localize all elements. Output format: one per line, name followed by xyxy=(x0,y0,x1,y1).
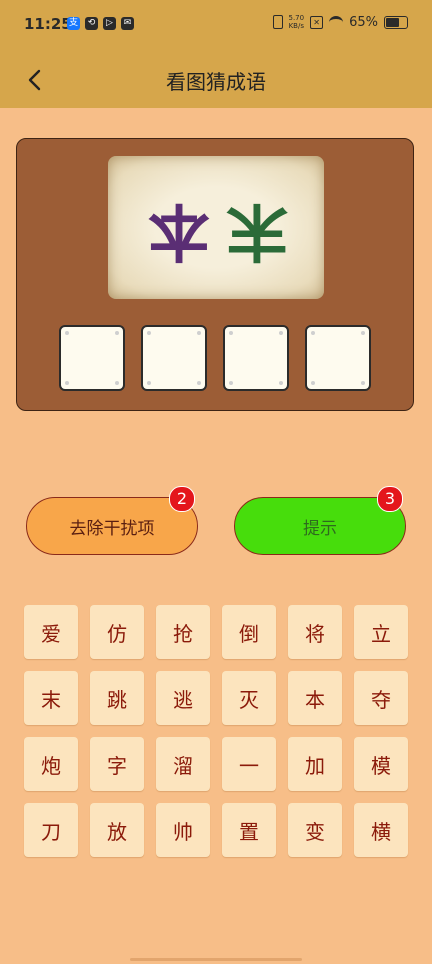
answer-slot-1[interactable] xyxy=(59,325,125,391)
remove-count-badge: 2 xyxy=(169,486,195,512)
slot-corner-dot xyxy=(115,381,119,385)
slot-corner-dot xyxy=(279,331,283,335)
remove-distractors-label: 去除干扰项 xyxy=(69,518,155,539)
status-time: 11:25 xyxy=(24,15,72,33)
puzzle-glyph-right: 末 xyxy=(226,195,289,268)
character-tile[interactable]: 倒 xyxy=(222,605,276,659)
character-tile[interactable]: 立 xyxy=(354,605,408,659)
app-notification-icon: ⟲ xyxy=(85,17,98,30)
character-tile[interactable]: 置 xyxy=(222,803,276,857)
puzzle-board: 本 末 xyxy=(16,138,414,411)
character-tile[interactable]: 将 xyxy=(288,605,342,659)
slot-corner-dot xyxy=(229,331,233,335)
play-icon: ▷ xyxy=(103,17,116,30)
remove-distractors-button[interactable]: 去除干扰项 2 xyxy=(26,486,198,555)
slot-corner-dot xyxy=(229,381,233,385)
network-speed: 5.70 KB/s xyxy=(289,14,305,30)
slot-corner-dot xyxy=(147,381,151,385)
character-tile[interactable]: 仿 xyxy=(90,605,144,659)
character-tile[interactable]: 跳 xyxy=(90,671,144,725)
character-tile[interactable]: 炮 xyxy=(24,737,78,791)
character-tile[interactable]: 放 xyxy=(90,803,144,857)
net-speed-value: 5.70 xyxy=(288,14,305,22)
character-tile[interactable]: 模 xyxy=(354,737,408,791)
slot-corner-dot xyxy=(361,381,365,385)
slot-corner-dot xyxy=(65,331,69,335)
slot-corner-dot xyxy=(279,381,283,385)
slot-corner-dot xyxy=(197,381,201,385)
slot-corner-dot xyxy=(147,331,151,335)
character-tile[interactable]: 爱 xyxy=(24,605,78,659)
hint-count-badge: 3 xyxy=(377,486,403,512)
character-tile[interactable]: 变 xyxy=(288,803,342,857)
character-tile[interactable]: 字 xyxy=(90,737,144,791)
page-title: 看图猜成语 xyxy=(166,70,266,94)
character-tile[interactable]: 抢 xyxy=(156,605,210,659)
battery-percent: 65% xyxy=(349,14,378,30)
slot-corner-dot xyxy=(311,381,315,385)
hint-button[interactable]: 提示 3 xyxy=(234,486,406,555)
vibrate-icon xyxy=(272,15,283,29)
puzzle-glyph-left: 本 xyxy=(148,195,211,268)
character-tile[interactable]: 帅 xyxy=(156,803,210,857)
answer-slot-4[interactable] xyxy=(305,325,371,391)
status-bar: 11:25 支 ⟲ ▷ ✉ 5.70 KB/s ✕ 65% xyxy=(0,0,432,52)
puzzle-image: 本 末 xyxy=(108,156,324,299)
answer-slot-3[interactable] xyxy=(223,325,289,391)
character-tile[interactable]: 横 xyxy=(354,803,408,857)
no-sim-icon: ✕ xyxy=(310,15,324,29)
character-tile[interactable]: 溜 xyxy=(156,737,210,791)
character-tile[interactable]: 灭 xyxy=(222,671,276,725)
hint-label: 提示 xyxy=(303,518,337,539)
alipay-icon: 支 xyxy=(67,17,80,30)
slot-corner-dot xyxy=(197,331,201,335)
status-right: 5.70 KB/s ✕ 65% xyxy=(272,14,408,30)
net-speed-unit: KB/s xyxy=(288,22,304,30)
answer-slot-2[interactable] xyxy=(141,325,207,391)
character-tile[interactable]: 夺 xyxy=(354,671,408,725)
home-indicator xyxy=(130,958,302,961)
slot-corner-dot xyxy=(65,381,69,385)
character-tile[interactable]: 刀 xyxy=(24,803,78,857)
character-tile[interactable]: 一 xyxy=(222,737,276,791)
character-tile[interactable]: 加 xyxy=(288,737,342,791)
slot-corner-dot xyxy=(311,331,315,335)
slot-corner-dot xyxy=(361,331,365,335)
notification-icons: 支 ⟲ ▷ ✉ xyxy=(67,17,134,30)
character-tile[interactable]: 逃 xyxy=(156,671,210,725)
message-icon: ✉ xyxy=(121,17,134,30)
app-header: 看图猜成语 xyxy=(0,52,432,108)
slot-corner-dot xyxy=(115,331,119,335)
wifi-icon xyxy=(329,15,344,29)
character-tile[interactable]: 本 xyxy=(288,671,342,725)
battery-icon xyxy=(384,15,408,29)
character-tile[interactable]: 末 xyxy=(24,671,78,725)
